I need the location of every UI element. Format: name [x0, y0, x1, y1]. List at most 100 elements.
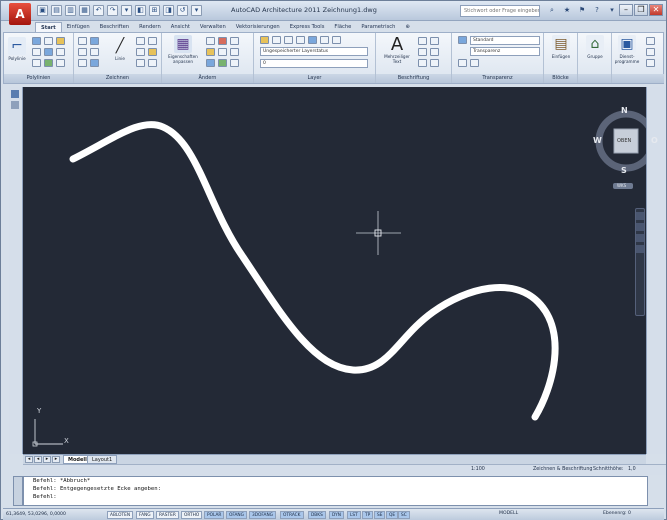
communication-icon[interactable]: ⚑ [577, 5, 587, 16]
tab-express-tools[interactable]: Express Tools [285, 22, 330, 32]
status-toggle-fang[interactable]: FANG [136, 511, 154, 519]
spline-curve[interactable] [69, 121, 559, 421]
text-style-dropdown[interactable]: Standard [470, 36, 540, 45]
help-search-input[interactable]: Stichwort oder Frage eingeben [460, 5, 540, 17]
explode-icon[interactable] [218, 48, 227, 56]
lineweight-icon[interactable] [470, 59, 479, 67]
leader-icon[interactable] [430, 37, 439, 45]
point-icon[interactable] [56, 59, 65, 67]
layer-iso-icon[interactable] [308, 36, 317, 44]
layer-walk-icon[interactable] [332, 36, 341, 44]
mirror-icon[interactable] [90, 48, 99, 56]
wcs-menu[interactable]: WKS [617, 183, 626, 188]
model-space-button[interactable]: MODELL [499, 511, 518, 516]
erase-icon[interactable] [206, 48, 215, 56]
mleader-icon[interactable] [418, 59, 427, 67]
qat-dropdown-icon[interactable]: ▾ [121, 5, 132, 16]
polygon-tool-icon[interactable] [148, 59, 157, 67]
viewcube-face[interactable]: OBEN [617, 138, 631, 144]
layer-state-dropdown[interactable]: Ungespeicherter Layerstatus [260, 47, 368, 56]
status-toggle-lst[interactable]: LST [347, 511, 361, 519]
move-icon[interactable] [78, 37, 87, 45]
undo-icon[interactable]: ↶ [93, 5, 104, 16]
line-tool[interactable]: ╱ Linie [108, 37, 132, 62]
status-toggle-3dofang[interactable]: 3DOFANG [249, 511, 276, 519]
search-icon[interactable]: ⌕ [547, 5, 557, 16]
new-icon[interactable]: ▣ [37, 5, 48, 16]
close-button[interactable]: ✕ [649, 4, 663, 16]
polyline-tool[interactable]: ⌐ Polylinie [7, 37, 27, 61]
layer-freeze-icon[interactable] [272, 36, 281, 44]
break-icon[interactable] [230, 59, 239, 67]
redo-icon[interactable]: ↷ [107, 5, 118, 16]
status-toggle-dyn[interactable]: DYN [329, 511, 344, 519]
layer-icon[interactable]: ◨ [163, 5, 174, 16]
help-dropdown-icon[interactable]: ▾ [607, 5, 617, 16]
spline-icon[interactable] [44, 48, 53, 56]
circle-icon[interactable] [56, 37, 65, 45]
drawing-canvas[interactable]: N S W O OBEN WKS Y X [23, 87, 658, 454]
tool-palette-icon[interactable] [11, 90, 19, 98]
scale-icon[interactable] [78, 59, 87, 67]
pan-icon[interactable] [636, 212, 644, 220]
copy-icon[interactable] [90, 37, 99, 45]
arc-tool-icon[interactable] [136, 37, 145, 45]
navigation-bar[interactable] [635, 208, 645, 316]
tab-more[interactable]: ⊕ [400, 22, 414, 32]
showmotion-icon[interactable] [636, 245, 644, 253]
linear-dim-icon[interactable] [418, 48, 427, 56]
tab-parametrisch[interactable]: Parametrisch [356, 22, 400, 32]
status-toggle-ortho[interactable]: ORTHO [181, 511, 203, 519]
viewcube-south[interactable]: S [621, 166, 627, 175]
hatch-tool-icon[interactable] [148, 48, 157, 56]
mtext-tool[interactable]: A Mehrzeiliger Text [380, 35, 414, 64]
status-toggle-tp[interactable]: TP [362, 511, 374, 519]
maximize-button[interactable]: ❐ [634, 4, 648, 16]
status-toggle-se[interactable]: SE [374, 511, 386, 519]
fillet-icon[interactable] [230, 37, 239, 45]
minimize-button[interactable]: – [619, 4, 633, 16]
utilities-tool[interactable]: ▣ Dienst-programme [614, 35, 640, 64]
customize-icon[interactable]: ▾ [191, 5, 202, 16]
array-icon[interactable] [206, 59, 215, 67]
trim-icon[interactable] [206, 37, 215, 45]
save-as-icon[interactable]: ▦ [79, 5, 90, 16]
tab-rendern[interactable]: Rendern [134, 22, 166, 32]
last-layout-icon[interactable]: ▸ [52, 456, 60, 463]
offset-icon[interactable] [230, 48, 239, 56]
table-tool-icon[interactable] [430, 48, 439, 56]
status-toggle-qe[interactable]: QE [386, 511, 399, 519]
tab-ansicht[interactable]: Ansicht [166, 22, 195, 32]
viewcube-east[interactable]: O [651, 136, 658, 145]
status-toggle-dbks[interactable]: DBKS [308, 511, 326, 519]
status-toggle-polar[interactable]: POLAR [204, 511, 225, 519]
insert-tool[interactable]: ▤ Einfügen [548, 35, 574, 59]
status-toggle-abloten[interactable]: ABLOTEN [107, 511, 134, 519]
layer-lock-icon[interactable] [296, 36, 305, 44]
dimension-icon[interactable] [418, 37, 427, 45]
layer-properties-icon[interactable] [260, 36, 269, 44]
tab-verwalten[interactable]: Verwalten [195, 22, 231, 32]
properties-tool[interactable]: ▦ Eigenschaften anpassen [166, 35, 200, 64]
markup-icon[interactable] [430, 59, 439, 67]
tab-beschriften[interactable]: Beschriften [95, 22, 134, 32]
status-toggle-otrack[interactable]: OTRACK [280, 511, 304, 519]
clipboard-icon[interactable] [646, 37, 655, 45]
current-layer-dropdown[interactable]: 0 [260, 59, 368, 68]
color-icon[interactable] [458, 36, 467, 44]
group-tool[interactable]: ⌂ Gruppe [582, 35, 608, 59]
workspace-icon[interactable]: ⊞ [149, 5, 160, 16]
favorites-icon[interactable]: ★ [562, 5, 572, 16]
refresh-icon[interactable]: ↺ [177, 5, 188, 16]
tab-start[interactable]: Start [35, 22, 62, 32]
stretch-icon[interactable] [90, 59, 99, 67]
cut-icon[interactable] [646, 59, 655, 67]
coordinates-readout[interactable]: 61,3649, 53,0296, 0,0000 [6, 512, 66, 517]
zoom-icon[interactable] [636, 223, 644, 231]
layer-match-icon[interactable] [320, 36, 329, 44]
status-toggle-ofang[interactable]: OFANG [226, 511, 247, 519]
next-layout-icon[interactable]: ▸ [43, 456, 51, 463]
table-icon[interactable] [44, 59, 53, 67]
rectangle-icon[interactable] [32, 37, 41, 45]
plot-icon[interactable]: ◧ [135, 5, 146, 16]
